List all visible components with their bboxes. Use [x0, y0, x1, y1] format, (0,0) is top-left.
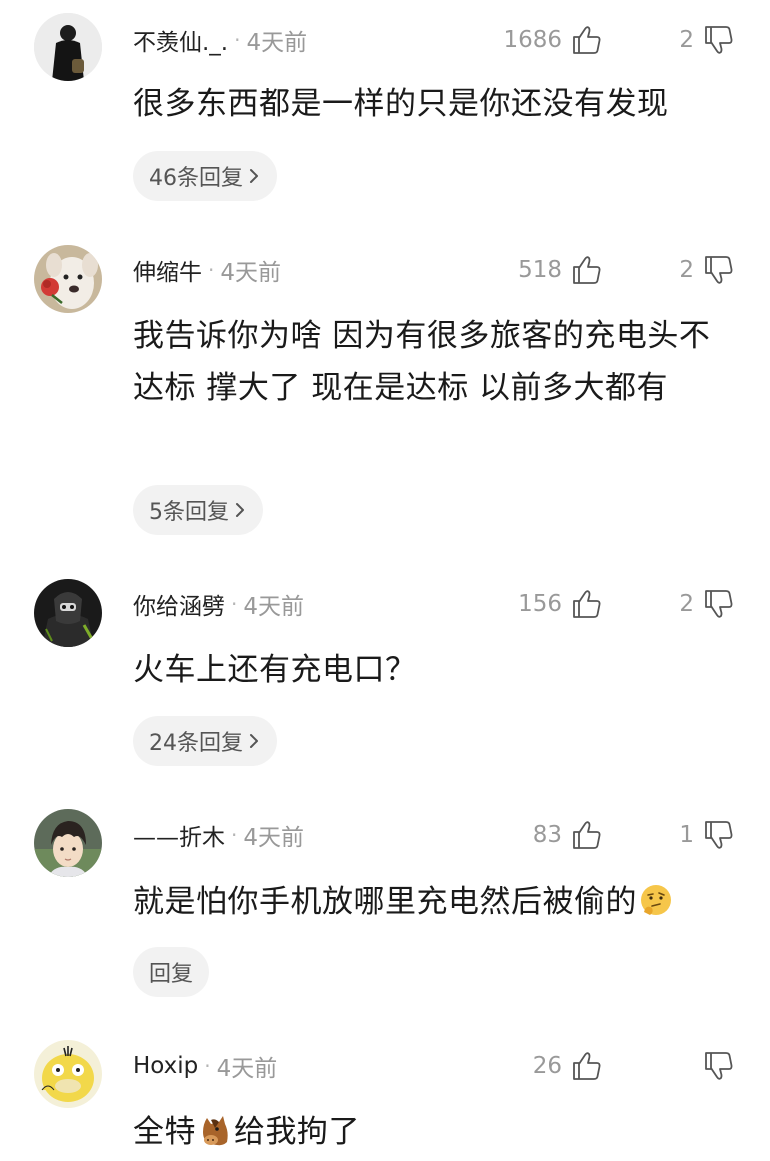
- comment-text-before: 全特: [133, 1114, 196, 1150]
- username[interactable]: Hoxip: [133, 1053, 198, 1079]
- dislike-button[interactable]: [694, 1046, 736, 1086]
- thumbs-down-icon: [702, 1049, 736, 1083]
- comment-text: 全特 给我拘了: [133, 1106, 733, 1158]
- psyduck-icon: [34, 1040, 102, 1108]
- like-count: 26: [532, 1053, 562, 1079]
- comment-item: Hoxip · 4天前 26 全特 给我拘了: [0, 0, 770, 1161]
- comment-meta: Hoxip · 4天前: [133, 1046, 277, 1086]
- timestamp: 4天前: [216, 1056, 278, 1082]
- like-button[interactable]: 26: [533, 1046, 604, 1086]
- horse-face-emoji-icon: [197, 1112, 233, 1148]
- thumbs-up-icon: [570, 1049, 604, 1083]
- separator-dot: ·: [204, 1054, 211, 1078]
- avatar[interactable]: [34, 1040, 102, 1108]
- comment-text-after: 给我拘了: [234, 1114, 360, 1150]
